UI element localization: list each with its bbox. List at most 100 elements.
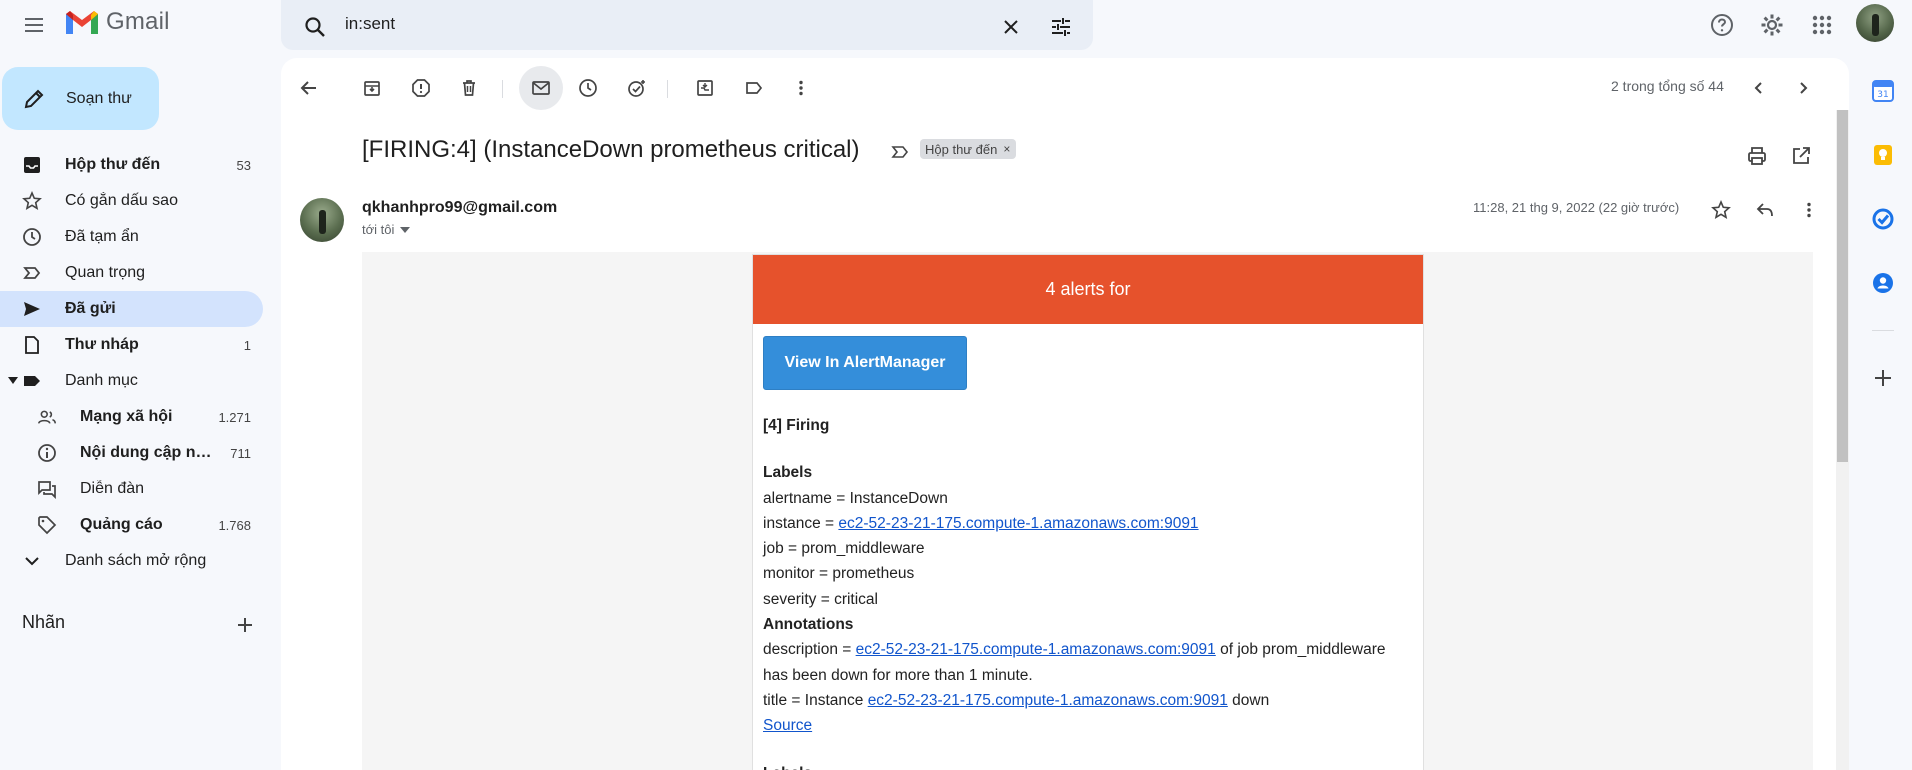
recipient-line[interactable]: tới tôi [362, 222, 411, 237]
sidebar-item-label: Đã gửi [65, 300, 116, 317]
social-count: 1.271 [218, 410, 251, 425]
sidebar-item-updates[interactable]: Nội dung cập nhật 711 [0, 435, 263, 471]
calendar-icon[interactable]: 31 [1862, 70, 1904, 112]
view-in-alertmanager-button[interactable]: View In AlertManager [763, 336, 967, 390]
promotions-count: 1.768 [218, 518, 251, 533]
app-name: Gmail [106, 8, 170, 35]
search-options-icon[interactable] [1045, 11, 1077, 43]
sidebar-item-label: Danh sách mở rộng [65, 552, 207, 569]
delete-trash-icon[interactable] [451, 70, 487, 106]
sidebar-item-sent[interactable]: Đã gửi [0, 291, 263, 327]
help-icon[interactable] [1706, 9, 1738, 41]
instance-link[interactable]: ec2-52-23-21-175.compute-1.amazonaws.com… [838, 515, 1198, 532]
newer-chevron-left-icon[interactable] [1741, 70, 1777, 106]
add-addon-plus-icon[interactable] [1862, 357, 1904, 399]
description-link[interactable]: ec2-52-23-21-175.compute-1.amazonaws.com… [856, 641, 1216, 658]
snooze-clock-icon[interactable] [570, 70, 606, 106]
open-new-window-icon[interactable] [1785, 140, 1817, 172]
clear-search-icon[interactable] [995, 11, 1027, 43]
hamburger-icon [25, 18, 43, 32]
star-message-icon[interactable] [1705, 194, 1737, 226]
sidebar-item-label: Thư nháp [65, 336, 139, 353]
sidebar-item-social[interactable]: Mạng xã hội 1.271 [0, 399, 263, 435]
sidebar-item-categories[interactable]: Danh mục [0, 363, 263, 399]
alert-header: 4 alerts for [753, 255, 1423, 324]
forum-icon [37, 479, 57, 499]
sidebar-nav: Hộp thư đến 53 Có gắn dấu sao Đã tạm ẩn … [0, 147, 264, 579]
label-job: job = prom_middleware [763, 540, 925, 558]
source-link[interactable]: Source [763, 717, 812, 734]
email-subject: [FIRING:4] (InstanceDown prometheus crit… [362, 136, 860, 163]
move-to-icon[interactable] [687, 70, 723, 106]
add-label-icon[interactable] [229, 609, 261, 641]
annotation-description-line2: has been down for more than 1 minute. [763, 666, 1033, 684]
message-date: 11:28, 21 thg 9, 2022 (22 giờ trước) [1473, 200, 1680, 215]
search-icon[interactable] [299, 11, 331, 43]
sender-avatar[interactable] [300, 198, 344, 242]
important-marker-icon[interactable] [890, 142, 910, 162]
info-icon [37, 443, 57, 463]
message-panel: 2 trong tổng số 44 [FIRING:4] (InstanceD… [281, 58, 1849, 770]
search-bar[interactable]: in:sent [281, 0, 1093, 50]
caret-down-icon[interactable] [8, 377, 18, 385]
sidebar-item-important[interactable]: Quan trọng [0, 255, 263, 291]
top-bar: Gmail in:sent [0, 0, 1912, 50]
sidebar-item-starred[interactable]: Có gắn dấu sao [0, 183, 263, 219]
settings-gear-icon[interactable] [1756, 9, 1788, 41]
sidebar-item-label: Mạng xã hội [80, 408, 173, 425]
archive-icon[interactable] [354, 70, 390, 106]
recipient-text: tới tôi [362, 222, 395, 237]
tasks-icon[interactable] [1862, 198, 1904, 240]
side-panel-divider [1872, 330, 1894, 331]
unread-count: 53 [236, 158, 251, 173]
search-input[interactable]: in:sent [345, 14, 395, 34]
compose-button[interactable]: Soạn thư [2, 67, 159, 130]
print-icon[interactable] [1741, 140, 1773, 172]
more-vertical-icon[interactable] [783, 70, 819, 106]
draft-count: 1 [243, 338, 251, 353]
sidebar-item-label: Đã tạm ẩn [65, 228, 139, 245]
star-icon [22, 191, 42, 211]
label-alertname: alertname = InstanceDown [763, 489, 948, 507]
sidebar-item-promotions[interactable]: Quảng cáo 1.768 [0, 507, 263, 543]
gmail-m-icon [66, 11, 98, 34]
report-spam-icon[interactable] [403, 70, 439, 106]
annotations-title: Annotations [763, 616, 854, 634]
main-menu-button[interactable] [18, 9, 50, 41]
labels-title: Labels [763, 464, 813, 482]
updates-count: 711 [230, 446, 251, 461]
back-arrow-icon[interactable] [291, 70, 327, 106]
gmail-logo[interactable]: Gmail [64, 8, 170, 36]
contacts-icon[interactable] [1862, 262, 1904, 304]
google-apps-icon[interactable] [1806, 9, 1838, 41]
label-as-icon[interactable] [736, 70, 772, 106]
older-chevron-right-icon[interactable] [1785, 70, 1821, 106]
add-task-icon[interactable] [619, 70, 655, 106]
alert-details: [4] Firing Labels alertname = InstanceDo… [763, 413, 1413, 770]
pagination-text: 2 trong tổng số 44 [1611, 78, 1724, 94]
sidebar-item-label: Quảng cáo [80, 516, 163, 533]
details-caret-icon[interactable] [400, 226, 411, 233]
sidebar-item-label: Quan trọng [65, 264, 146, 281]
keep-icon[interactable] [1862, 134, 1904, 176]
sidebar-item-label: Diễn đàn [80, 480, 145, 497]
account-avatar[interactable] [1856, 4, 1894, 42]
svg-text:31: 31 [1877, 90, 1888, 100]
sidebar-item-label: Danh mục [65, 372, 138, 389]
mark-unread-mail-icon[interactable] [519, 66, 563, 110]
title-link[interactable]: ec2-52-23-21-175.compute-1.amazonaws.com… [868, 692, 1228, 709]
sidebar-item-forums[interactable]: Diễn đàn [0, 471, 263, 507]
remove-label-icon[interactable]: × [1003, 142, 1010, 156]
send-icon [22, 299, 42, 319]
sidebar-item-drafts[interactable]: Thư nháp 1 [0, 327, 263, 363]
labels-heading: Nhãn [22, 612, 66, 632]
message-more-icon[interactable] [1793, 194, 1825, 226]
reply-icon[interactable] [1749, 194, 1781, 226]
chevron-down-icon [22, 551, 42, 571]
sidebar-item-inbox[interactable]: Hộp thư đến 53 [0, 147, 263, 183]
sidebar-item-more[interactable]: Danh sách mở rộng [0, 543, 263, 579]
sender-email[interactable]: qkhanhpro99@gmail.com [362, 199, 557, 217]
inbox-label-chip[interactable]: Hộp thư đến × [920, 139, 1017, 159]
sidebar-item-snoozed[interactable]: Đã tạm ẩn [0, 219, 263, 255]
scrollbar-thumb[interactable] [1837, 110, 1848, 462]
